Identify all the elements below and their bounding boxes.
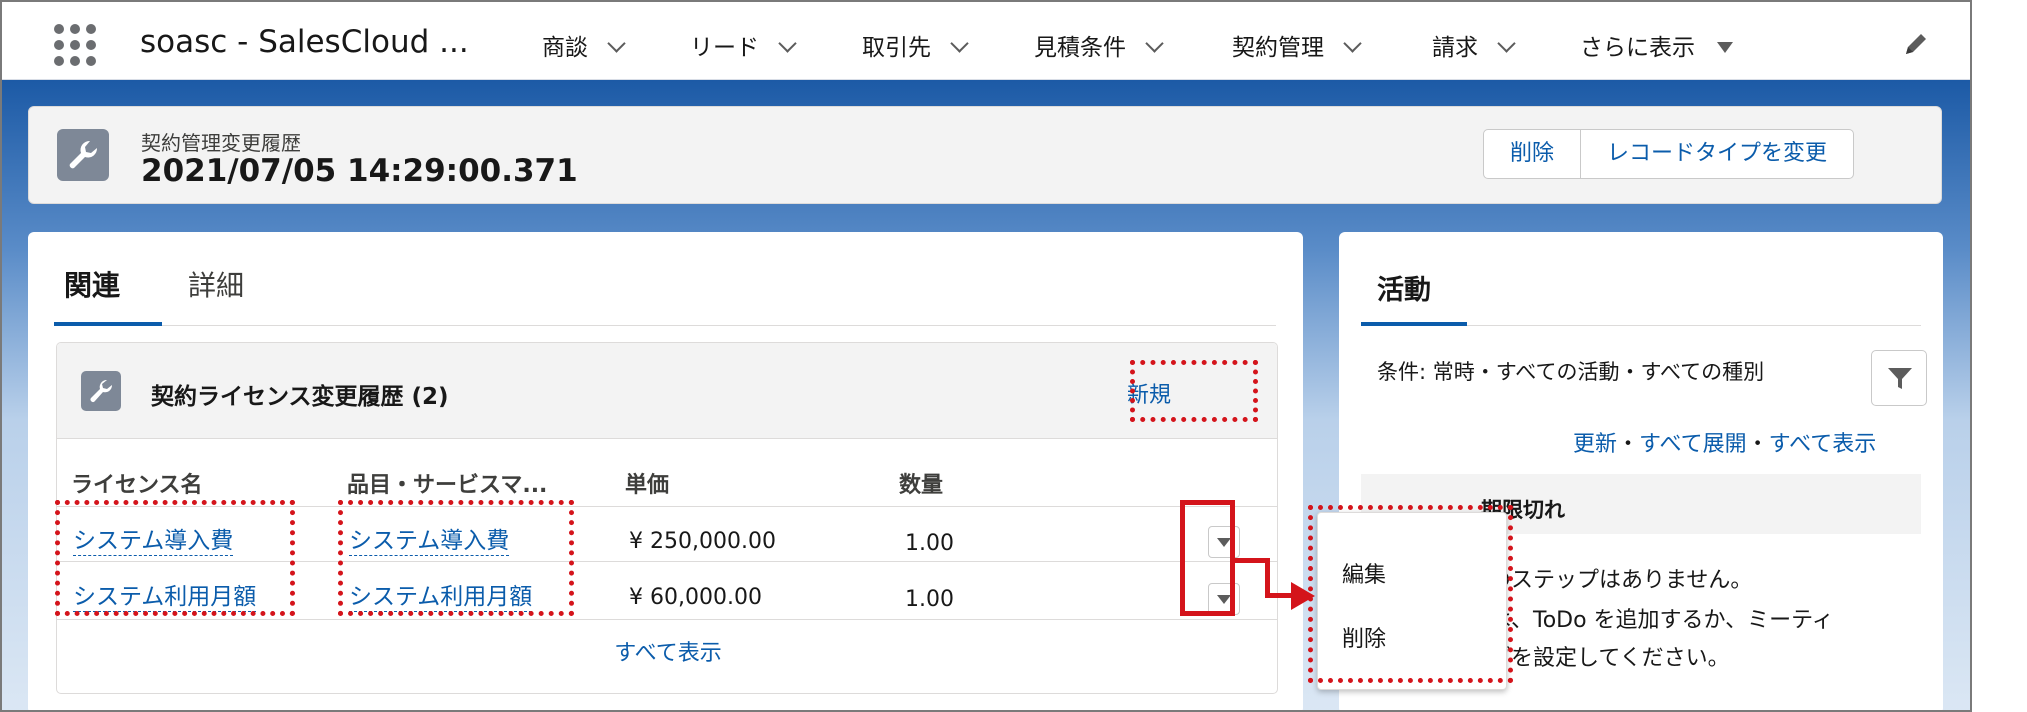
chevron-down-icon[interactable]: [1145, 34, 1164, 53]
nav-item-label: 取引先: [862, 35, 931, 61]
nav-item-leads[interactable]: リード: [690, 28, 797, 62]
related-list-header: 契約ライセンス変更履歴 (2) 新規: [57, 343, 1277, 439]
nav-item-accounts[interactable]: 取引先: [862, 28, 969, 62]
filter-icon: [1888, 368, 1912, 389]
link-separator: ・: [1617, 432, 1640, 457]
nav-item-contract-management[interactable]: 契約管理: [1232, 28, 1362, 62]
row-divider: [57, 619, 1277, 620]
unit-price: ¥ 250,000.00: [629, 529, 776, 554]
caret-down-icon: [1717, 42, 1733, 53]
expand-all-link[interactable]: すべて展開: [1639, 432, 1747, 457]
nav-item-label: リード: [690, 35, 759, 61]
edit-nav-pencil-icon[interactable]: [1902, 30, 1930, 58]
nav-item-opportunities[interactable]: 商談: [542, 28, 626, 62]
chevron-down-icon[interactable]: [1497, 34, 1516, 53]
active-tab-indicator: [1361, 322, 1467, 326]
filter-button[interactable]: [1871, 350, 1927, 406]
column-header-quantity[interactable]: 数量: [899, 467, 943, 499]
wrench-icon: [57, 129, 109, 181]
related-panel: 関連 詳細 契約ライセンス変更履歴 (2) 新規 ライセンス名 品目・サービスマ…: [28, 232, 1303, 710]
record-type-label: 契約管理変更履歴: [141, 131, 301, 155]
empty-state-text: は、ToDo を追加するか、ミーティ: [1489, 608, 1834, 633]
annotation-new-button: [1130, 360, 1258, 422]
tab-related[interactable]: 関連: [64, 264, 120, 304]
nav-item-label: 請求: [1432, 35, 1478, 61]
link-separator: ・: [1746, 432, 1769, 457]
nav-more-label: さらに表示: [1580, 35, 1695, 61]
empty-state-text: グを設定してください。: [1489, 646, 1730, 671]
chevron-down-icon[interactable]: [778, 34, 797, 53]
annotation-row-menu: [1308, 505, 1513, 683]
app-name: soasc - SalesCloud ...: [140, 24, 469, 60]
delete-button[interactable]: 削除: [1484, 130, 1580, 178]
annotation-arrow-line: [1265, 558, 1270, 598]
global-nav-bar: soasc - SalesCloud ... 商談 リード 取引先 見積条件 契…: [2, 2, 1970, 80]
related-list-title: 契約ライセンス変更履歴 (2): [151, 384, 449, 410]
chevron-down-icon[interactable]: [950, 34, 969, 53]
app-launcher-icon[interactable]: [52, 22, 98, 68]
tab-divider: [54, 325, 1276, 326]
activity-links: 更新・すべて展開・すべて表示: [1573, 426, 1876, 458]
refresh-link[interactable]: 更新: [1573, 432, 1617, 457]
annotation-license-column: [55, 500, 295, 616]
quantity: 1.00: [905, 531, 954, 556]
activity-filter-text: 条件: 常時・すべての活動・すべての種別: [1377, 360, 1765, 384]
nav-more-menu[interactable]: さらに表示: [1580, 28, 1733, 62]
record-title: 2021/07/05 14:29:00.371: [141, 153, 578, 189]
annotation-row-dropdowns: [1180, 500, 1235, 616]
view-all-link[interactable]: すべて表示: [57, 635, 1277, 667]
quantity: 1.00: [905, 587, 954, 612]
empty-state-text: のステップはありません。: [1489, 568, 1753, 593]
view-all-link[interactable]: すべて表示: [1769, 432, 1877, 457]
annotation-item-column: [338, 500, 574, 616]
column-header-license-name[interactable]: ライセンス名: [71, 467, 203, 499]
nav-item-billing[interactable]: 請求: [1432, 28, 1516, 62]
nav-item-quote-terms[interactable]: 見積条件: [1034, 28, 1164, 62]
nav-item-label: 見積条件: [1034, 35, 1126, 61]
nav-item-label: 商談: [542, 35, 588, 61]
column-header-item[interactable]: 品目・サービスマ...: [347, 467, 547, 499]
wrench-icon: [81, 371, 121, 411]
record-header: 契約管理変更履歴 2021/07/05 14:29:00.371 削除 レコード…: [28, 106, 1942, 204]
nav-item-label: 契約管理: [1232, 35, 1324, 61]
chevron-down-icon[interactable]: [1343, 34, 1362, 53]
column-header-unit-price[interactable]: 単価: [625, 467, 669, 499]
tab-details[interactable]: 詳細: [188, 264, 244, 304]
active-tab-indicator: [54, 322, 162, 326]
unit-price: ¥ 60,000.00: [629, 585, 762, 610]
app-window: soasc - SalesCloud ... 商談 リード 取引先 見積条件 契…: [0, 0, 1972, 712]
change-record-type-button[interactable]: レコードタイプを変更: [1580, 130, 1853, 178]
chevron-down-icon[interactable]: [607, 34, 626, 53]
activity-tab[interactable]: 活動: [1377, 268, 1431, 307]
annotation-arrow-line: [1235, 558, 1269, 563]
record-actions: 削除 レコードタイプを変更: [1483, 129, 1855, 179]
